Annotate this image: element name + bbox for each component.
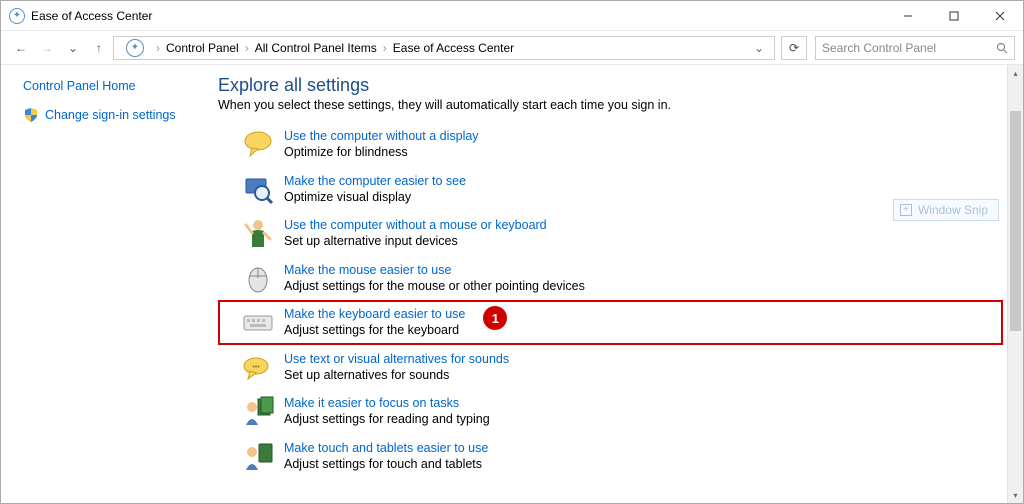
close-button[interactable] — [977, 1, 1023, 31]
option-desc: Optimize for blindness — [284, 144, 479, 160]
option-keyboard-easier[interactable]: Make the keyboard easier to use Adjust s… — [218, 300, 1003, 345]
chevron-right-icon: › — [156, 41, 160, 55]
option-link: Make it easier to focus on tasks — [284, 395, 490, 411]
magnifier-screen-icon — [242, 173, 274, 205]
crumb-control-panel[interactable]: Control Panel — [166, 41, 239, 55]
option-no-mouse-keyboard[interactable]: Use the computer without a mouse or keyb… — [218, 211, 1003, 256]
plus-icon: + — [900, 204, 912, 216]
speech-sound-icon: ••• — [242, 351, 274, 383]
search-icon — [996, 42, 1008, 54]
sidebar: Control Panel Home Change sign-in settin… — [1, 65, 206, 503]
option-link: Make the computer easier to see — [284, 173, 466, 189]
address-dropdown-icon[interactable]: ⌄ — [750, 41, 768, 55]
option-desc: Set up alternative input devices — [284, 233, 547, 249]
shield-icon — [23, 107, 39, 123]
option-link: Use the computer without a mouse or keyb… — [284, 217, 547, 233]
person-docs-icon — [242, 395, 274, 427]
option-desc: Optimize visual display — [284, 189, 466, 205]
person-raise-icon — [242, 217, 274, 249]
content-area: Explore all settings When you select the… — [206, 65, 1023, 503]
search-input[interactable]: Search Control Panel — [815, 36, 1015, 60]
option-desc: Adjust settings for the keyboard — [284, 322, 465, 338]
ease-of-access-icon: ✦ — [126, 39, 144, 57]
recent-locations-button[interactable]: ⌄ — [61, 36, 85, 60]
option-mouse-easier[interactable]: Make the mouse easier to use Adjust sett… — [218, 256, 1003, 301]
window-snip-overlay[interactable]: + Window Snip — [893, 199, 999, 221]
option-focus-tasks[interactable]: Make it easier to focus on tasks Adjust … — [218, 389, 1003, 434]
app-ease-icon: ✦ — [9, 8, 25, 24]
option-desc: Adjust settings for the mouse or other p… — [284, 278, 585, 294]
scroll-thumb[interactable] — [1010, 111, 1021, 331]
person-tablet-icon — [242, 440, 274, 472]
breadcrumb[interactable]: ✦ › Control Panel › All Control Panel It… — [113, 36, 775, 60]
minimize-button[interactable] — [885, 1, 931, 31]
speech-bubble-icon — [242, 128, 274, 160]
body: Control Panel Home Change sign-in settin… — [1, 65, 1023, 503]
signin-label: Change sign-in settings — [45, 108, 176, 122]
svg-text:•••: ••• — [252, 364, 260, 371]
titlebar: ✦ Ease of Access Center — [1, 1, 1023, 31]
option-link: Make the keyboard easier to use — [284, 306, 465, 322]
option-link: Make touch and tablets easier to use — [284, 440, 488, 456]
window-title: Ease of Access Center — [31, 9, 152, 23]
up-button[interactable]: ↑ — [87, 36, 111, 60]
option-easier-to-see[interactable]: Make the computer easier to see Optimize… — [218, 167, 1003, 212]
option-desc: Set up alternatives for sounds — [284, 367, 509, 383]
vertical-scrollbar[interactable]: ▴ ▾ — [1007, 65, 1023, 503]
forward-button[interactable]: → — [35, 36, 59, 60]
scroll-track[interactable] — [1008, 81, 1023, 487]
option-sounds-alt[interactable]: ••• Use text or visual alternatives for … — [218, 345, 1003, 390]
option-touch-tablets[interactable]: Make touch and tablets easier to use Adj… — [218, 434, 1003, 479]
address-bar: ← → ⌄ ↑ ✦ › Control Panel › All Control … — [1, 31, 1023, 65]
chevron-right-icon: › — [383, 41, 387, 55]
scroll-up-icon[interactable]: ▴ — [1008, 65, 1023, 81]
mouse-icon — [242, 262, 274, 294]
maximize-button[interactable] — [931, 1, 977, 31]
search-placeholder: Search Control Panel — [822, 41, 936, 55]
option-desc: Adjust settings for touch and tablets — [284, 456, 488, 472]
keyboard-icon — [242, 306, 274, 338]
option-desc: Adjust settings for reading and typing — [284, 411, 490, 427]
annotation-badge: 1 — [483, 306, 507, 330]
option-link: Make the mouse easier to use — [284, 262, 585, 278]
snip-label: Window Snip — [918, 203, 988, 217]
change-signin-settings-link[interactable]: Change sign-in settings — [23, 107, 198, 123]
page-subtitle: When you select these settings, they wil… — [218, 98, 1003, 112]
crumb-all-items[interactable]: All Control Panel Items — [255, 41, 377, 55]
scroll-down-icon[interactable]: ▾ — [1008, 487, 1023, 503]
chevron-right-icon: › — [245, 41, 249, 55]
control-panel-home-link[interactable]: Control Panel Home — [23, 79, 198, 93]
option-link: Use text or visual alternatives for soun… — [284, 351, 509, 367]
page-heading: Explore all settings — [218, 75, 1003, 96]
option-no-display[interactable]: Use the computer without a display Optim… — [218, 122, 1003, 167]
option-link: Use the computer without a display — [284, 128, 479, 144]
refresh-button[interactable]: ⟳ — [781, 36, 807, 60]
back-button[interactable]: ← — [9, 36, 33, 60]
crumb-ease-of-access[interactable]: Ease of Access Center — [393, 41, 514, 55]
window: ✦ Ease of Access Center ← → ⌄ ↑ ✦ › Cont… — [0, 0, 1024, 504]
